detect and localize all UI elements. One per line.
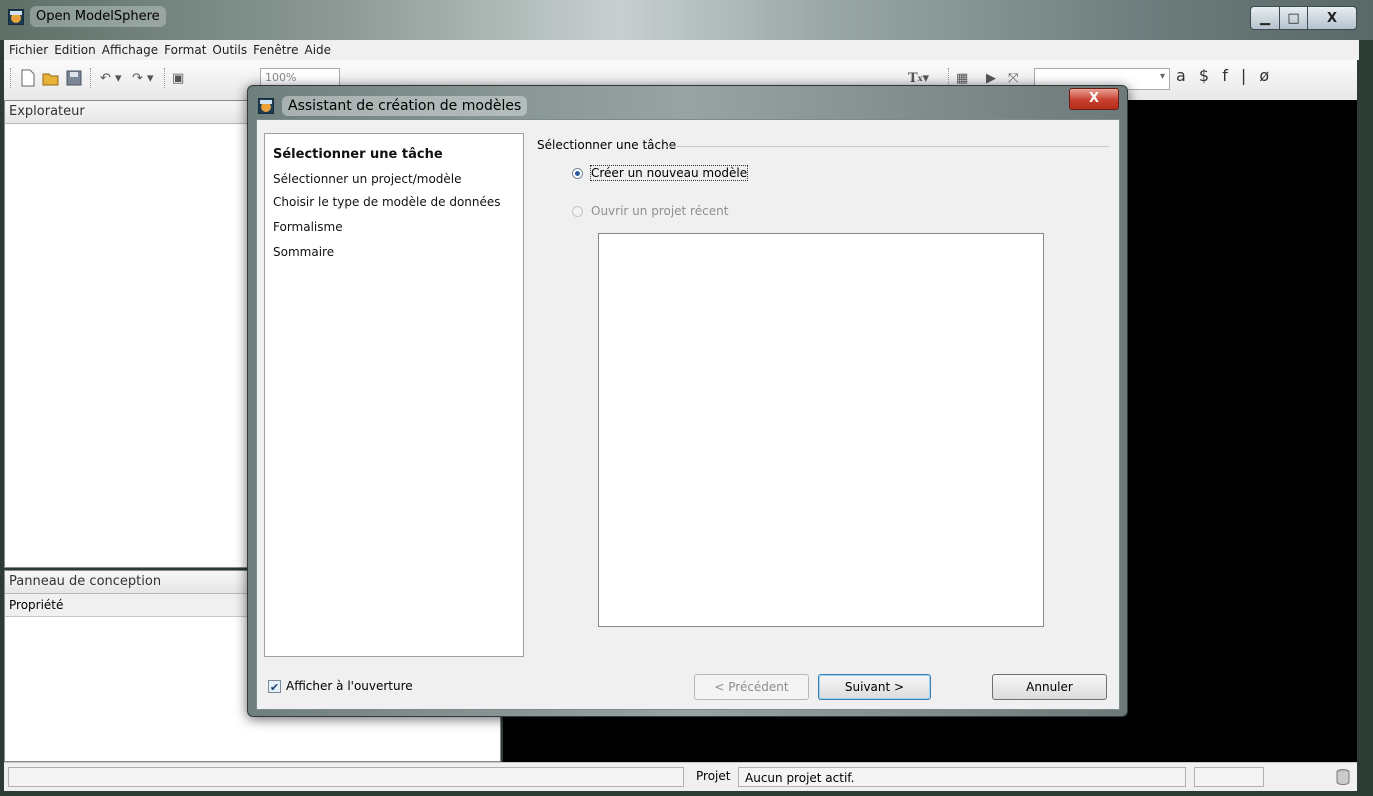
recent-projects-list[interactable] xyxy=(598,233,1044,627)
open-recent-label: Ouvrir un projet récent xyxy=(591,204,729,218)
app-icon xyxy=(258,98,274,114)
menu-edition[interactable]: Edition xyxy=(54,43,96,57)
toolbar-separator: | xyxy=(1240,66,1251,85)
symbol-o-slash-button[interactable]: ø xyxy=(1259,66,1273,85)
checkbox-checked-icon[interactable]: ✔ xyxy=(268,679,281,694)
radio-selected-icon[interactable] xyxy=(572,167,583,179)
status-project-label: Projet xyxy=(696,769,731,783)
dialog-title: Assistant de création de modèles xyxy=(282,96,528,116)
close-window-button[interactable]: X xyxy=(1308,6,1357,30)
step-select-task: Sélectionner une tâche xyxy=(273,147,443,162)
symbol-buttons: a $ f | ø xyxy=(1176,66,1273,85)
next-button[interactable]: Suivant > xyxy=(818,674,931,700)
symbol-a-button[interactable]: a xyxy=(1176,66,1190,85)
save-icon[interactable] xyxy=(66,68,82,88)
status-bar: Projet Aucun projet actif. xyxy=(4,762,1357,791)
symbol-f-button[interactable]: f xyxy=(1222,66,1232,85)
toolbar-grip xyxy=(10,68,13,88)
new-file-icon[interactable] xyxy=(20,68,36,88)
model-creation-wizard-dialog: Assistant de création de modèles X Sélec… xyxy=(247,85,1128,717)
menu-fichier[interactable]: Fichier xyxy=(9,43,48,57)
menu-outils[interactable]: Outils xyxy=(212,43,247,57)
status-message-cell xyxy=(8,767,684,787)
cancel-button[interactable]: Annuler xyxy=(992,674,1107,700)
symbol-dollar-button[interactable]: $ xyxy=(1199,66,1213,85)
database-icon xyxy=(1336,769,1350,785)
open-folder-icon[interactable] xyxy=(42,68,60,88)
task-group-title: Sélectionner une tâche xyxy=(537,138,677,152)
dialog-close-button[interactable]: X xyxy=(1069,88,1119,110)
radio-disabled-icon xyxy=(572,205,583,217)
app-icon xyxy=(8,9,24,25)
toolbar-separator xyxy=(164,68,167,88)
open-recent-option: Ouvrir un projet récent xyxy=(572,204,728,218)
chevron-down-icon: ▾ xyxy=(1159,71,1165,82)
status-project-value: Aucun projet actif. xyxy=(738,767,1186,787)
step-choose-model-type: Choisir le type de modèle de données xyxy=(273,195,501,209)
toolbar-separator xyxy=(90,68,93,88)
show-on-startup-option[interactable]: ✔ Afficher à l'ouverture xyxy=(268,679,413,694)
step-summary: Sommaire xyxy=(273,245,335,259)
create-model-option[interactable]: Créer un nouveau modèle xyxy=(572,165,749,181)
menu-format[interactable]: Format xyxy=(164,43,206,57)
zoom-tool-icon[interactable]: ▣ xyxy=(172,68,184,88)
previous-button: < Précédent xyxy=(694,674,809,700)
menu-affichage[interactable]: Affichage xyxy=(102,43,158,57)
undo-icon[interactable]: ↶ ▾ xyxy=(100,68,122,88)
show-on-startup-label[interactable]: Afficher à l'ouverture xyxy=(286,679,413,693)
wizard-steps-list: Sélectionner une tâche Sélectionner un p… xyxy=(264,133,524,657)
status-extra-cell xyxy=(1194,767,1264,787)
step-formalism: Formalisme xyxy=(273,220,343,234)
menu-aide[interactable]: Aide xyxy=(304,43,331,57)
group-divider xyxy=(667,146,1109,147)
window-title: Open ModelSphere xyxy=(30,6,166,27)
minimize-button[interactable]: ▁ xyxy=(1250,6,1280,30)
maximize-button[interactable]: □ xyxy=(1280,6,1308,30)
window-title-bar: Open ModelSphere ▁ □ X xyxy=(0,0,1373,40)
dialog-body: Sélectionner une tâche Sélectionner un p… xyxy=(256,119,1120,710)
create-model-label[interactable]: Créer un nouveau modèle xyxy=(589,165,749,181)
menu-bar: Fichier Edition Affichage Format Outils … xyxy=(4,40,1359,60)
redo-icon[interactable]: ↷ ▾ xyxy=(132,68,154,88)
step-select-project: Sélectionner un project/modèle xyxy=(273,172,462,186)
menu-fenetre[interactable]: Fenêtre xyxy=(253,43,298,57)
